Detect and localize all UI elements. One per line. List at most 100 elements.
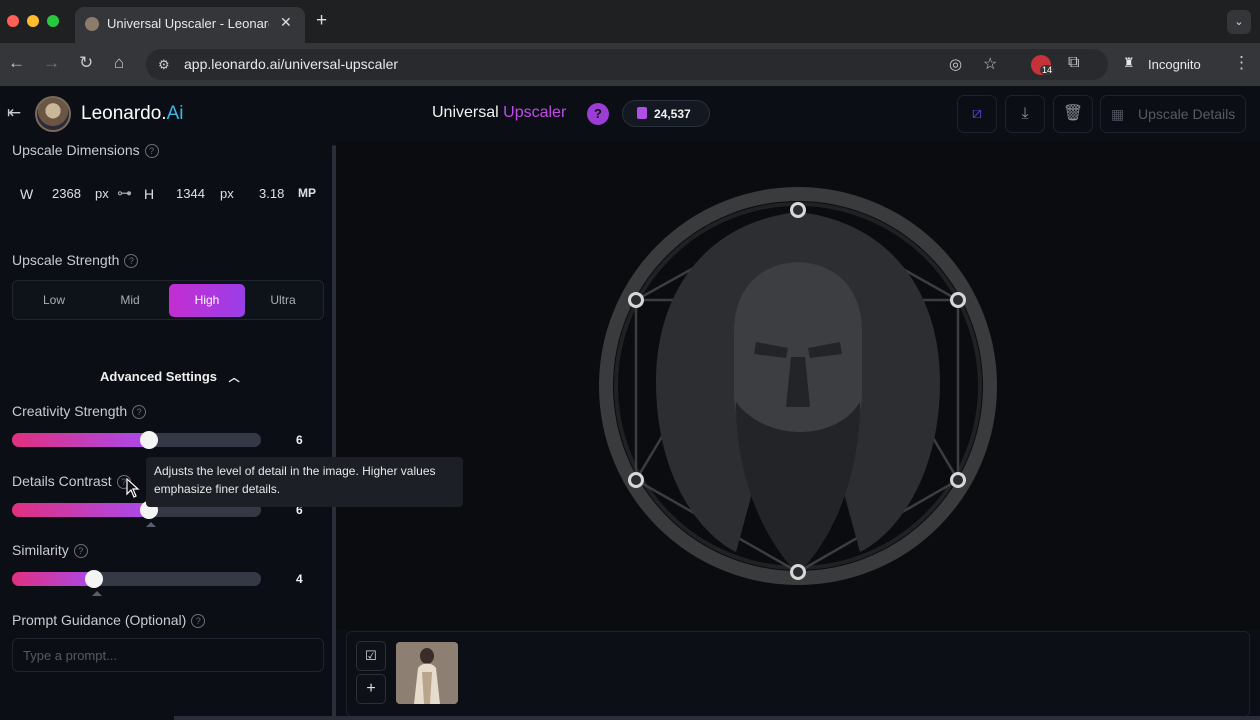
similarity-slider[interactable] bbox=[12, 570, 261, 588]
incognito-label: Incognito bbox=[1148, 57, 1201, 72]
slider-thumb[interactable] bbox=[140, 431, 158, 449]
tab-search-chevron-icon[interactable]: ⌄ bbox=[1227, 10, 1251, 34]
help-circle-icon[interactable]: ? bbox=[132, 405, 147, 419]
slider-thumb[interactable] bbox=[85, 570, 103, 588]
similarity-heading: Similarity? bbox=[12, 542, 88, 558]
creativity-strength-slider[interactable] bbox=[12, 431, 261, 449]
page-title: Universal Upscaler bbox=[432, 104, 566, 122]
tab-close-icon[interactable]: ✕ bbox=[280, 14, 292, 31]
strength-mid-button[interactable]: Mid bbox=[92, 284, 168, 317]
help-circle-icon[interactable]: ? bbox=[144, 144, 159, 158]
site-info-icon[interactable]: ⚙ bbox=[158, 57, 170, 73]
browser-tab[interactable]: Universal Upscaler - Leonardo.Ai ✕ bbox=[75, 7, 305, 43]
upscale-details-label: Upscale Details bbox=[1138, 106, 1236, 122]
details-contrast-heading: Details Contrast? bbox=[12, 473, 131, 489]
forward-icon[interactable]: → bbox=[43, 53, 60, 73]
width-value[interactable]: 2368 bbox=[52, 186, 81, 201]
prompt-guidance-label: Prompt Guidance (Optional) bbox=[12, 612, 187, 628]
thumbnail-figure bbox=[396, 642, 458, 704]
back-icon[interactable]: ← bbox=[8, 53, 25, 73]
settings-sidebar: Upscale Dimensions? W 2368 px ⊶ H 1344 p… bbox=[0, 142, 336, 720]
strength-low-button[interactable]: Low bbox=[16, 284, 92, 317]
megapixels-value: 3.18 bbox=[259, 186, 285, 201]
help-circle-icon[interactable]: ? bbox=[191, 614, 206, 628]
upscale-details-button[interactable]: ▦ Upscale Details bbox=[1100, 95, 1246, 133]
url-text: app.leonardo.ai/universal-upscaler bbox=[184, 56, 399, 72]
app-header: ⇤ Leonardo.Ai Universal Upscaler ? 24,53… bbox=[0, 86, 1260, 142]
favicon-icon bbox=[85, 17, 99, 31]
extension-badge: 14 bbox=[1040, 65, 1055, 75]
creativity-strength-label: Creativity Strength bbox=[12, 403, 128, 419]
mouse-cursor-icon bbox=[126, 478, 140, 498]
help-circle-icon[interactable]: ? bbox=[73, 544, 88, 558]
select-checkbox-icon[interactable]: ☑ bbox=[356, 641, 386, 671]
brand-logo-text[interactable]: Leonardo.Ai bbox=[81, 103, 183, 125]
height-value[interactable]: 1344 bbox=[176, 186, 205, 201]
brand-ai: Ai bbox=[166, 103, 184, 124]
title-main: Universal bbox=[432, 104, 499, 121]
title-accent: Upscaler bbox=[503, 104, 567, 121]
default-marker bbox=[92, 591, 102, 596]
incognito-indicator[interactable]: ♜ Incognito bbox=[1115, 49, 1215, 80]
help-icon[interactable]: ? bbox=[587, 103, 609, 125]
browser-menu-icon[interactable]: ⋮ bbox=[1233, 53, 1250, 73]
close-window-button[interactable] bbox=[7, 15, 19, 27]
maximize-window-button[interactable] bbox=[47, 15, 59, 27]
trash-icon[interactable]: 🗑 bbox=[1053, 95, 1093, 133]
upscale-strength-heading: Upscale Strength? bbox=[12, 252, 139, 268]
megapixels-unit: MP bbox=[298, 186, 316, 200]
creativity-strength-heading: Creativity Strength? bbox=[12, 403, 147, 419]
width-label: W bbox=[20, 186, 34, 202]
strength-high-button[interactable]: High bbox=[169, 284, 245, 317]
brand-main: Leonardo. bbox=[81, 103, 167, 124]
download-icon[interactable]: ⤓ bbox=[1005, 95, 1045, 133]
add-image-icon[interactable]: + bbox=[356, 674, 386, 704]
strength-ultra-button[interactable]: Ultra bbox=[245, 284, 321, 317]
image-tray: ☑ + bbox=[346, 631, 1250, 717]
link-aspect-icon[interactable]: ⊶ bbox=[117, 184, 132, 202]
reload-icon[interactable]: ↻ bbox=[79, 53, 93, 73]
prompt-input[interactable] bbox=[12, 638, 324, 672]
height-label: H bbox=[144, 186, 155, 202]
similarity-label: Similarity bbox=[12, 542, 69, 558]
token-count: 24,537 bbox=[654, 107, 691, 121]
eye-off-icon[interactable]: ◎ bbox=[949, 55, 962, 73]
edit-canvas-icon[interactable]: ⧄ bbox=[957, 95, 997, 133]
advanced-settings-label: Advanced Settings bbox=[100, 369, 218, 384]
logo-avatar bbox=[35, 96, 71, 132]
browser-tab-bar: Universal Upscaler - Leonardo.Ai ✕ + ⌄ bbox=[0, 0, 1260, 43]
default-marker bbox=[146, 522, 156, 527]
details-contrast-label: Details Contrast bbox=[12, 473, 112, 489]
image-thumbnail[interactable] bbox=[396, 642, 458, 704]
slider-fill bbox=[12, 433, 158, 447]
creativity-strength-value: 6 bbox=[296, 433, 303, 447]
home-icon[interactable]: ⌂ bbox=[114, 53, 124, 73]
horizontal-scrollbar[interactable] bbox=[174, 716, 1260, 720]
new-tab-icon[interactable]: + bbox=[316, 10, 327, 32]
advanced-settings-toggle[interactable]: Advanced Settings ︿ bbox=[100, 369, 240, 385]
height-unit: px bbox=[220, 186, 234, 201]
browser-toolbar: ← → ↻ ⌂ ⚙ app.leonardo.ai/universal-upsc… bbox=[0, 43, 1260, 86]
tab-title: Universal Upscaler - Leonardo.Ai bbox=[107, 16, 269, 31]
width-unit: px bbox=[95, 186, 109, 201]
exit-back-icon[interactable]: ⇤ bbox=[7, 103, 21, 123]
upscale-dimensions-heading: Upscale Dimensions? bbox=[12, 142, 159, 158]
bookmark-star-icon[interactable]: ☆ bbox=[983, 54, 997, 74]
chevron-up-icon: ︿ bbox=[228, 372, 240, 384]
slider-fill bbox=[12, 503, 158, 517]
details-contrast-tooltip: Adjusts the level of detail in the image… bbox=[146, 457, 463, 507]
address-bar[interactable]: ⚙ app.leonardo.ai/universal-upscaler ◎ ☆ bbox=[146, 49, 1108, 80]
image-canvas bbox=[336, 142, 1260, 630]
incognito-icon: ♜ bbox=[1123, 55, 1135, 70]
similarity-value: 4 bbox=[296, 572, 303, 586]
extensions-puzzle-icon[interactable]: ⧉ bbox=[1068, 54, 1079, 72]
upscale-dimensions-label: Upscale Dimensions bbox=[12, 142, 140, 158]
prompt-guidance-heading: Prompt Guidance (Optional)? bbox=[12, 612, 206, 628]
upscaled-image bbox=[336, 142, 1260, 630]
upscale-strength-selector: Low Mid High Ultra bbox=[12, 280, 324, 320]
details-icon: ▦ bbox=[1111, 106, 1125, 122]
help-circle-icon[interactable]: ? bbox=[124, 254, 139, 268]
token-icon bbox=[637, 107, 647, 119]
token-balance[interactable]: 24,537 bbox=[622, 100, 710, 127]
minimize-window-button[interactable] bbox=[27, 15, 39, 27]
